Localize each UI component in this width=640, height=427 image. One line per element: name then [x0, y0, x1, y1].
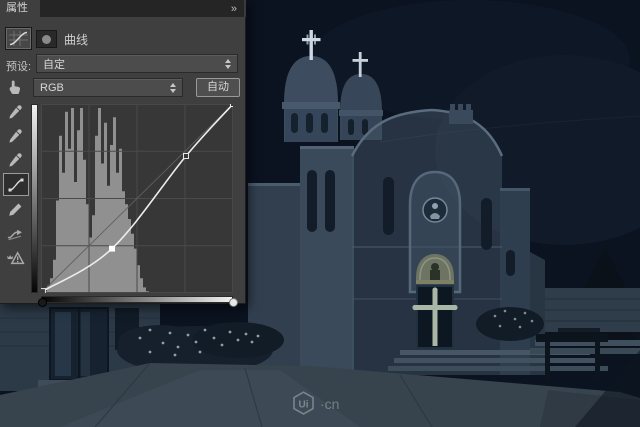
curves-plot[interactable] [39, 101, 236, 295]
smooth-curve-tool[interactable] [2, 223, 28, 243]
curves-panel-body: 曲线 预设: 自定 RGB 自动 [0, 17, 246, 307]
layer-mask-icon[interactable] [36, 30, 57, 48]
updown-arrows-icon [225, 58, 231, 69]
auto-button[interactable]: 自动 [196, 78, 240, 97]
updown-arrows-icon [170, 82, 176, 93]
tool-column [2, 77, 30, 271]
targeted-adjustment-tool[interactable] [2, 77, 28, 97]
watermark-logo-text: Ui [299, 400, 309, 411]
pencil-tool[interactable] [2, 199, 28, 219]
curve-point-0[interactable] [39, 288, 46, 295]
adjustment-title: 曲线 [64, 33, 89, 47]
channel-value: RGB [40, 81, 64, 94]
tab-divider [244, 0, 246, 17]
black-point-slider[interactable] [38, 298, 47, 307]
histogram-warning[interactable] [2, 247, 28, 267]
black-point-eyedropper[interactable] [2, 101, 28, 121]
panel-tab-bar: 属性 » [0, 0, 246, 17]
curve-point-1[interactable] [109, 245, 115, 252]
preset-select[interactable]: 自定 [36, 54, 238, 73]
white-point-slider[interactable] [229, 298, 238, 307]
curve-point-3[interactable] [230, 101, 236, 107]
edit-points-tool[interactable] [3, 173, 29, 196]
watermark-suffix: ·cn [320, 395, 340, 412]
white-point-eyedropper[interactable] [2, 149, 28, 169]
properties-panel: 属性 » 曲线 预设: 自定 RGB 自动 [0, 0, 246, 307]
screenshot-stage: Ui ·cn 属性 » 曲线 预设: 自定 RGB 自动 [0, 0, 640, 427]
tab-properties[interactable]: 属性 [0, 0, 40, 17]
preset-label: 预设: [6, 61, 32, 73]
watermark: Ui ·cn [290, 390, 339, 417]
ui-hexagon-logo-icon: Ui [293, 391, 314, 415]
input-gradient-bar [41, 296, 233, 303]
curve-point-2[interactable] [183, 153, 189, 159]
preset-value: 自定 [43, 58, 65, 71]
gray-point-eyedropper[interactable] [2, 125, 28, 145]
output-gradient-bar [31, 104, 38, 293]
curves-adjustment-icon[interactable] [5, 27, 32, 50]
panel-collapse-icon[interactable]: » [231, 2, 244, 17]
channel-select[interactable]: RGB [33, 78, 183, 97]
